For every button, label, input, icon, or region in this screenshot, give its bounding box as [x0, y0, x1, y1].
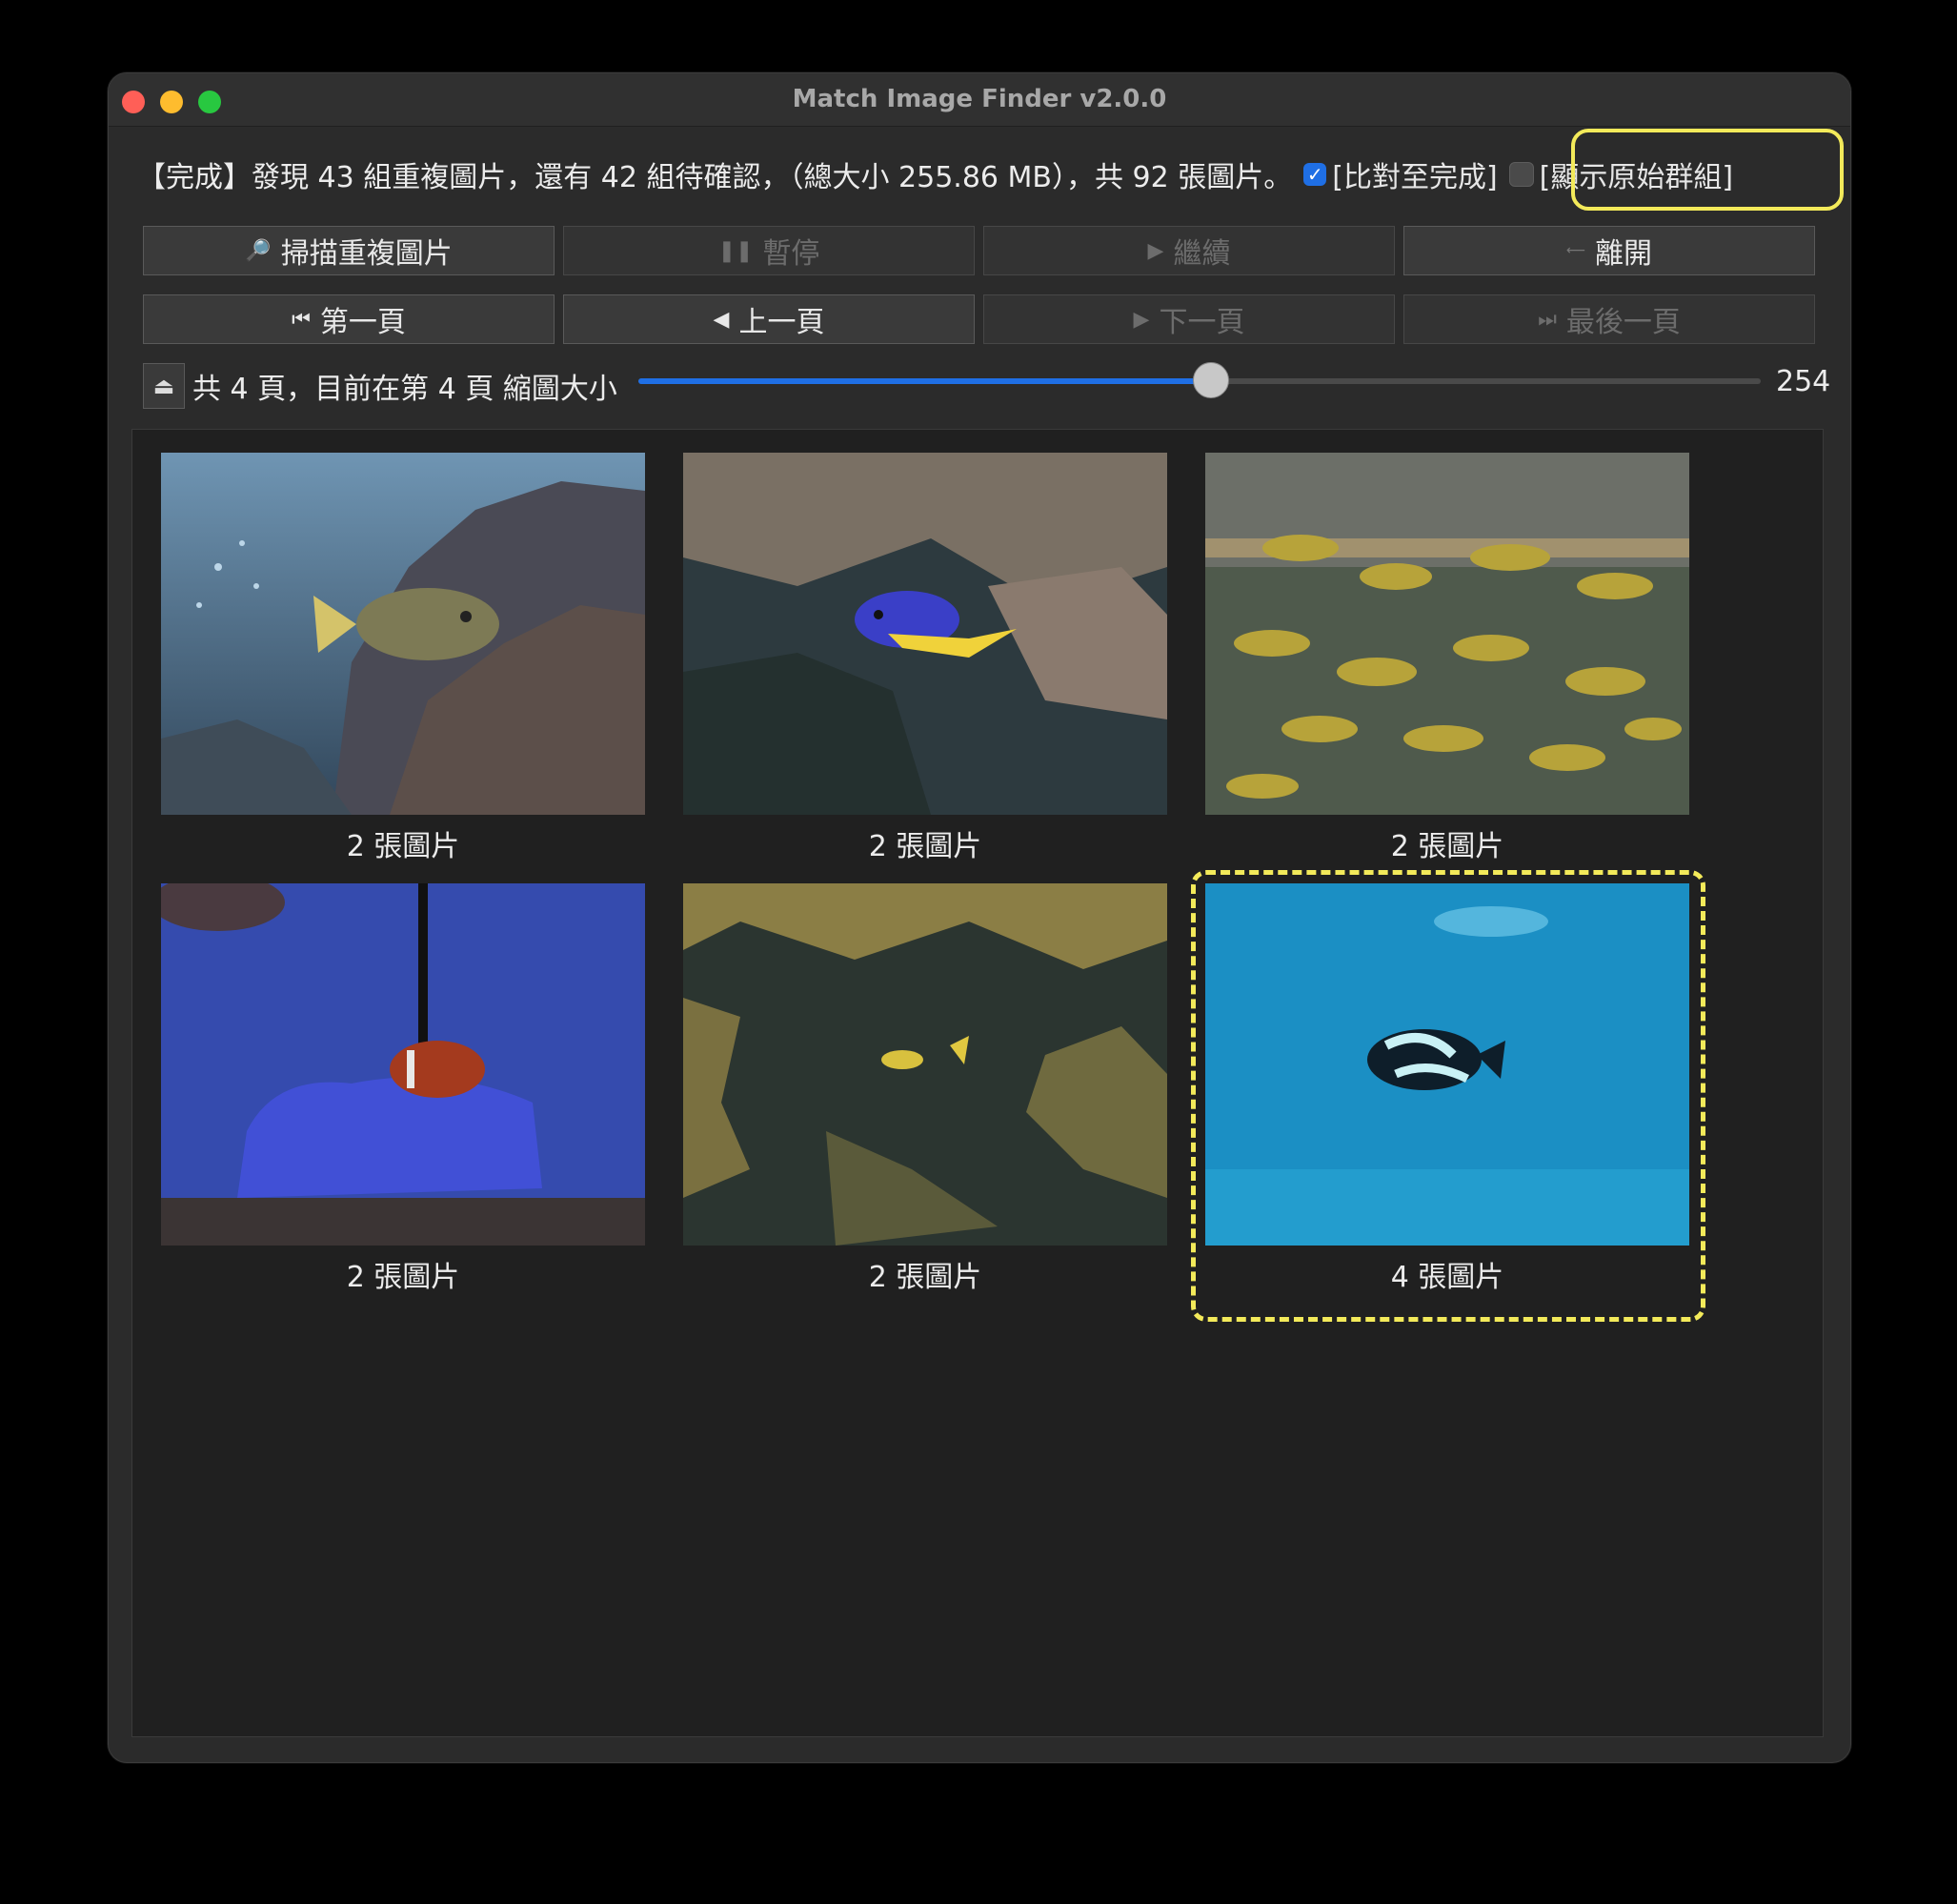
slider-knob[interactable] [1192, 362, 1229, 398]
next-page-label: 下一頁 [1159, 306, 1245, 339]
pause-label: 暫停 [762, 237, 820, 271]
triangle-left-icon: ◀ [713, 307, 730, 332]
unchecked-box-icon [1508, 162, 1534, 187]
group-caption-4: 2 張圖片 [346, 1261, 460, 1294]
compare-to-completion-label: [比對至完成] [1332, 161, 1498, 194]
group-caption-2: 2 張圖片 [868, 830, 982, 863]
play-icon: ▶ [1147, 238, 1164, 263]
app-window: Match Image Finder v2.0.0 【完成】發現 43 組重複圖… [108, 72, 1851, 1763]
end-icon: ⟵ [1565, 243, 1586, 258]
group-thumbnail-4[interactable] [161, 883, 645, 1246]
window-title: Match Image Finder v2.0.0 [792, 85, 1167, 113]
previous-page-label: 上一頁 [738, 306, 825, 339]
skip-back-icon: ⏮ [292, 307, 311, 332]
group-caption-5: 2 張圖片 [868, 1261, 982, 1294]
status-text: 【完成】發現 43 組重複圖片，還有 42 組待確認，（總大小 255.86 M… [137, 161, 1293, 194]
compare-to-completion-checkbox[interactable]: ✓ [比對至完成] [1303, 153, 1498, 195]
slider-fill [638, 378, 1211, 384]
group-thumbnail-1[interactable] [161, 453, 645, 815]
thumbnail-size-value: 254 [1776, 365, 1831, 398]
pause-button[interactable]: ❚❚ 暫停 [563, 226, 975, 275]
highlight-outline [1571, 129, 1844, 211]
pause-icon: ❚❚ [717, 238, 754, 263]
group-caption-3: 2 張圖片 [1390, 830, 1504, 863]
continue-label: 繼續 [1173, 237, 1231, 271]
thumbnail-size-slider[interactable] [638, 362, 1761, 398]
selected-group-highlight [1191, 870, 1705, 1322]
thumbnail-grid: 2 張圖片 2 張圖片 2 張圖片 2 張圖片 2 張圖片 4 張圖片 [131, 429, 1824, 1737]
scan-duplicates-button[interactable]: 🔎 掃描重複圖片 [143, 226, 555, 275]
eject-icon[interactable]: ⏏ [143, 363, 185, 409]
skip-forward-icon: ⏭ [1538, 307, 1557, 332]
continue-button[interactable]: ▶ 繼續 [983, 226, 1395, 275]
group-thumbnail-2[interactable] [683, 453, 1167, 815]
previous-page-button[interactable]: ◀ 上一頁 [563, 294, 975, 344]
first-page-button[interactable]: ⏮ 第一頁 [143, 294, 555, 344]
first-page-label: 第一頁 [319, 306, 406, 339]
title-bar: Match Image Finder v2.0.0 [109, 73, 1850, 127]
exit-label: 離開 [1595, 237, 1653, 271]
next-page-button[interactable]: ▶ 下一頁 [983, 294, 1395, 344]
group-caption-1: 2 張圖片 [346, 830, 460, 863]
last-page-label: 最後一頁 [1565, 306, 1681, 339]
scan-duplicates-label: 掃描重複圖片 [280, 237, 453, 271]
exit-button[interactable]: ⟵ 離開 [1403, 226, 1815, 275]
page-info-text: 共 4 頁，目前在第 4 頁 縮圖大小 [192, 373, 617, 406]
triangle-right-icon: ▶ [1133, 307, 1150, 332]
group-thumbnail-5[interactable] [683, 883, 1167, 1246]
group-thumbnail-3[interactable] [1205, 453, 1689, 815]
magnifier-icon: 🔎 [245, 238, 272, 263]
last-page-button[interactable]: ⏭ 最後一頁 [1403, 294, 1815, 344]
checkmark-icon: ✓ [1303, 163, 1327, 186]
